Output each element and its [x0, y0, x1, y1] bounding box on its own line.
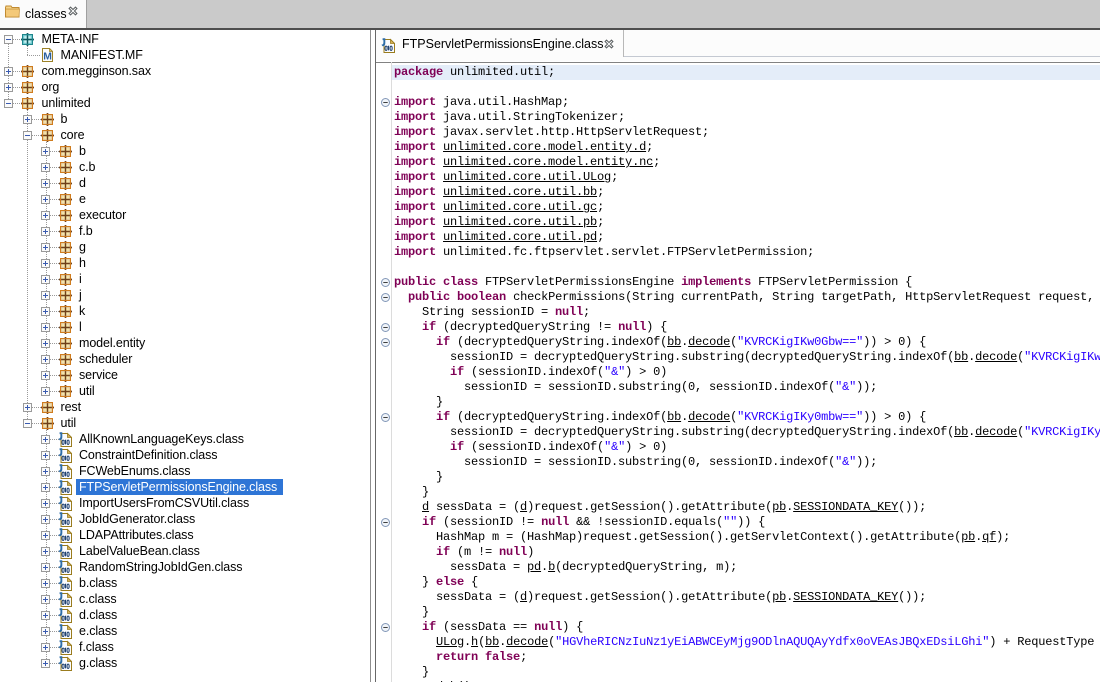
svg-text:M: M	[43, 52, 52, 62]
